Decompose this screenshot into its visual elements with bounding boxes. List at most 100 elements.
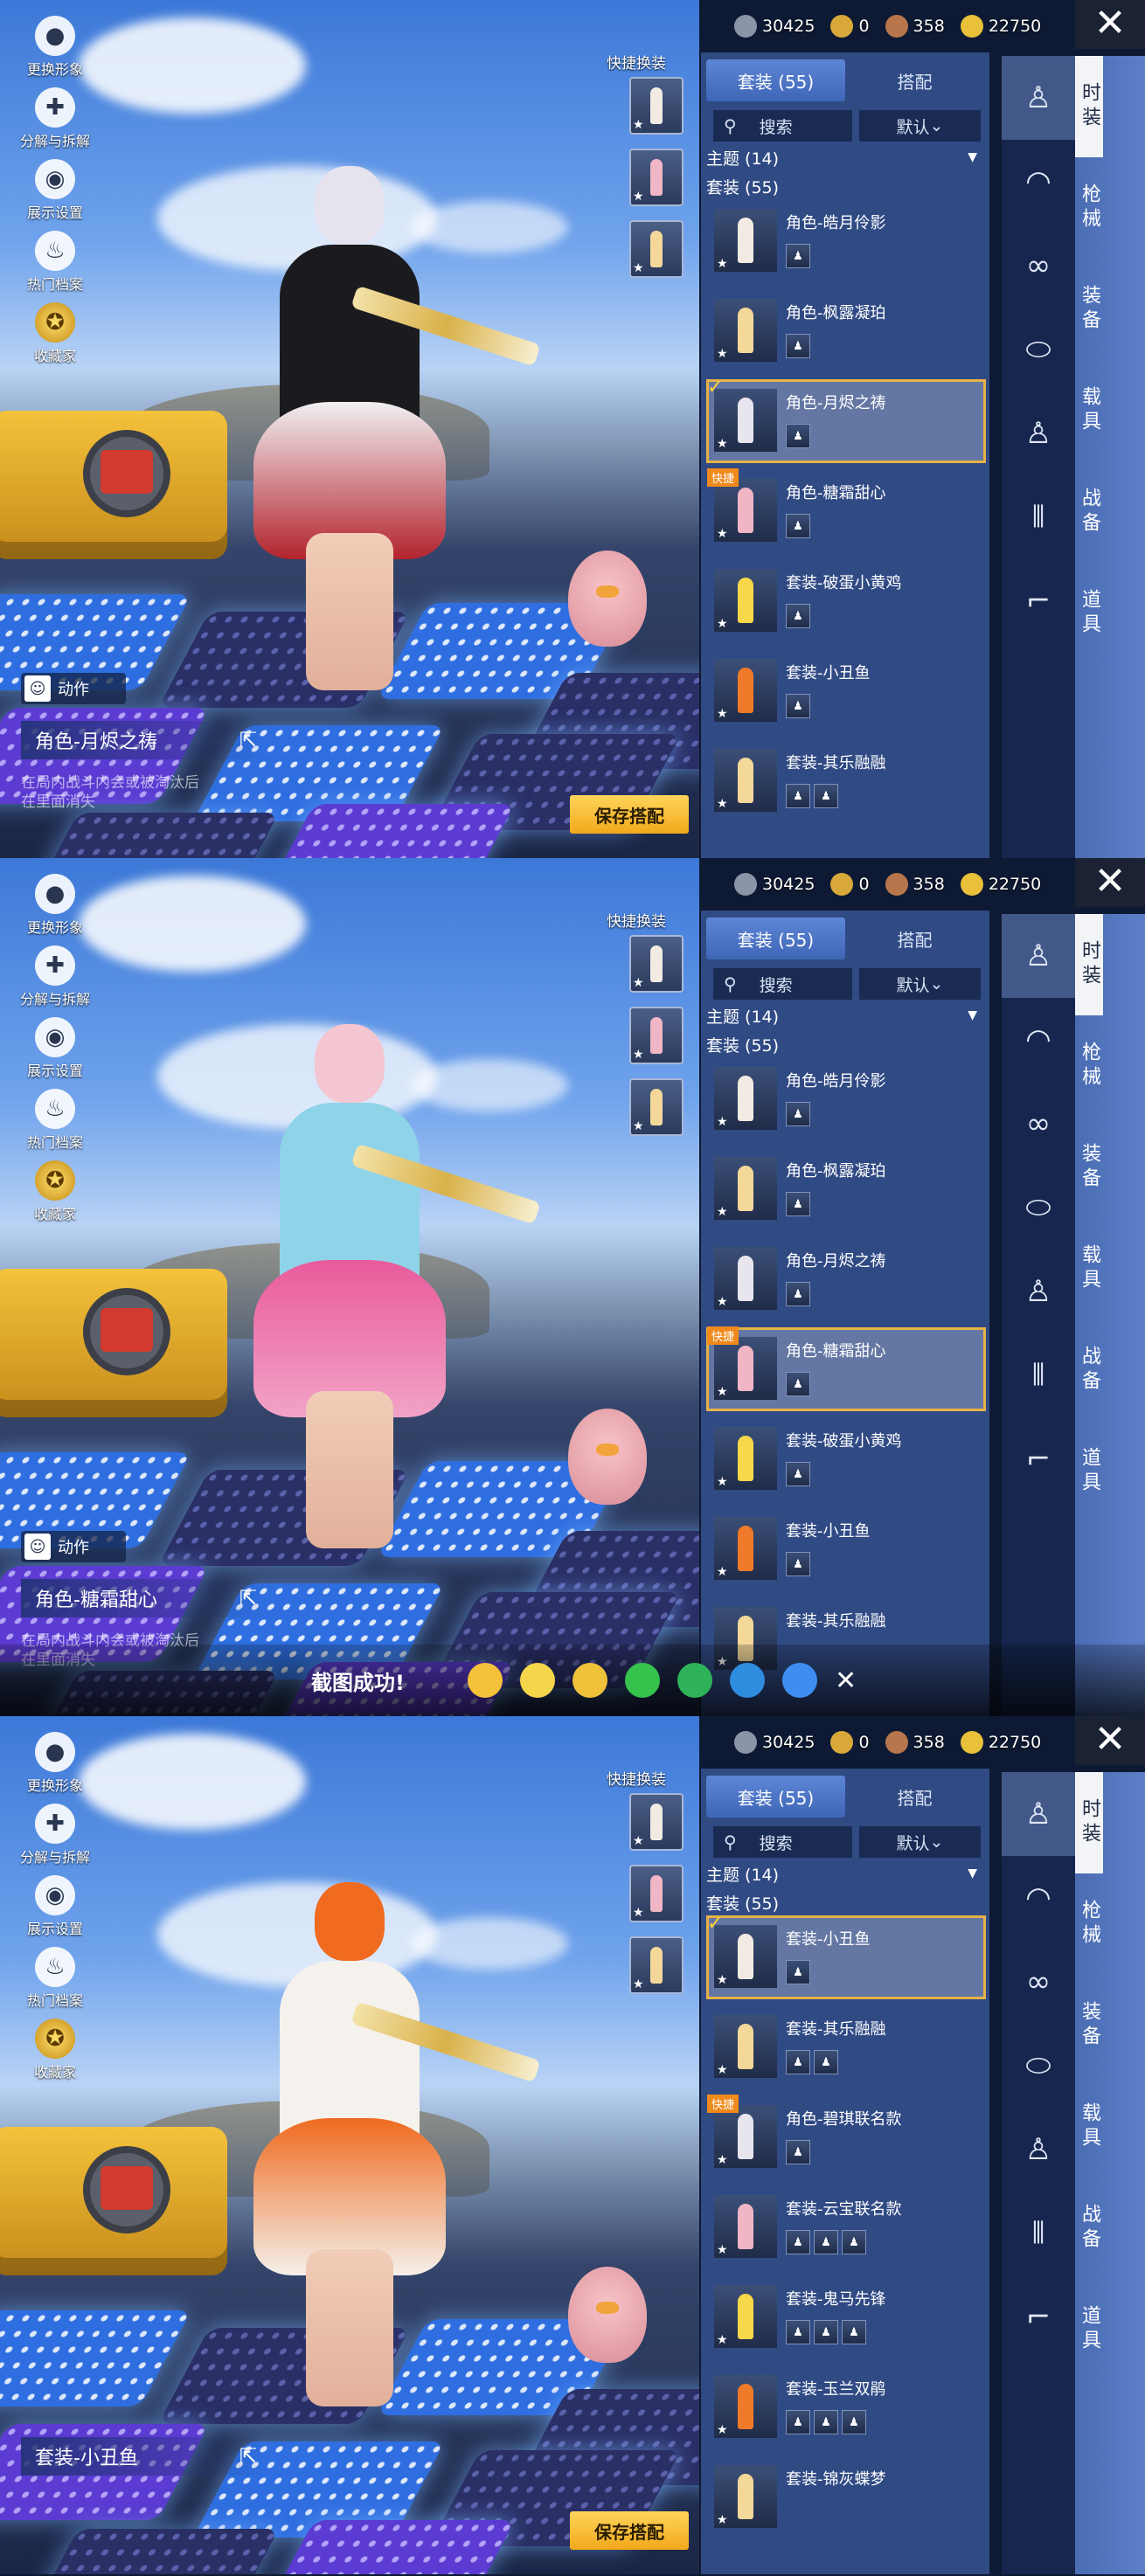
- mask-icon[interactable]: ⬭: [1002, 1166, 1075, 1250]
- outfit-icon[interactable]: ♙: [1002, 914, 1075, 998]
- sort-dropdown[interactable]: 默认 ⌄: [858, 968, 981, 1000]
- wechat-icon[interactable]: [624, 1663, 660, 1698]
- list-item[interactable]: ★ 角色-皓月伶影 ♟: [706, 199, 986, 283]
- share-yellow-icon[interactable]: [572, 1663, 607, 1698]
- quick-swap-slot[interactable]: ★: [629, 1007, 684, 1064]
- category-tab[interactable]: 装备: [1075, 259, 1103, 360]
- shoes-icon[interactable]: ⌐: [1002, 559, 1075, 643]
- tab-suits[interactable]: 套装 (55): [706, 59, 845, 101]
- category-tab[interactable]: 时装: [1075, 56, 1103, 157]
- left-menu-item[interactable]: ◉ 展示设置: [16, 1875, 94, 1938]
- tab-match[interactable]: 搭配: [845, 1776, 984, 1818]
- glasses-icon[interactable]: ∞: [1002, 224, 1075, 308]
- character-model[interactable]: [219, 114, 541, 690]
- cap-icon[interactable]: ◠: [1002, 998, 1075, 1082]
- quick-swap-slot[interactable]: ★: [629, 1865, 684, 1922]
- quick-swap-label[interactable]: 快捷换装: [607, 1767, 666, 1789]
- qq-icon[interactable]: [729, 1663, 765, 1698]
- category-tab[interactable]: 战备: [1075, 2178, 1103, 2279]
- list-item[interactable]: ★ 套装-小丑鱼 ♟: [706, 649, 986, 733]
- group-theme[interactable]: 主题 (14) ▼: [701, 1000, 989, 1031]
- list-item[interactable]: ★ 套装-破蛋小黄鸡 ♟: [706, 559, 986, 643]
- category-tab[interactable]: 装备: [1075, 1117, 1103, 1218]
- search-input[interactable]: ⚲ 搜索: [713, 1826, 852, 1858]
- save-outfit-button[interactable]: 保存搭配: [570, 795, 689, 834]
- pet-companion[interactable]: [568, 1409, 647, 1505]
- sort-dropdown[interactable]: 默认 ⌄: [858, 1826, 981, 1858]
- close-button[interactable]: ✕: [1075, 0, 1145, 49]
- category-tab[interactable]: 枪械: [1075, 1873, 1103, 1975]
- glasses-icon[interactable]: ∞: [1002, 1940, 1075, 2024]
- category-tab[interactable]: 枪械: [1075, 157, 1103, 259]
- category-tab[interactable]: 枪械: [1075, 1015, 1103, 1117]
- left-menu-item[interactable]: ♨ 热门档案: [16, 1947, 94, 2010]
- left-menu-item[interactable]: ✪ 收藏家: [16, 1160, 94, 1223]
- pet-companion[interactable]: [568, 551, 647, 647]
- left-menu-item[interactable]: ● 更换形象: [16, 874, 94, 937]
- left-menu-item[interactable]: ✚ 分解与拆解: [16, 945, 94, 1008]
- left-menu-item[interactable]: ● 更换形象: [16, 1732, 94, 1795]
- character-model[interactable]: [219, 1830, 541, 2406]
- outfit-icon[interactable]: ♙: [1002, 1772, 1075, 1856]
- list-item[interactable]: ★ 套装-玉兰双鹃 ♟ ♟ ♟: [706, 2365, 986, 2449]
- cap-icon[interactable]: ◠: [1002, 140, 1075, 224]
- mask-icon[interactable]: ⬭: [1002, 308, 1075, 391]
- pants-icon[interactable]: ⫴: [1002, 2192, 1075, 2275]
- category-tab[interactable]: 载具: [1075, 1218, 1103, 1319]
- star-share-icon[interactable]: [781, 1663, 817, 1698]
- quick-swap-slot[interactable]: ★: [629, 1793, 684, 1851]
- pants-icon[interactable]: ⫴: [1002, 1333, 1075, 1417]
- category-tab[interactable]: 时装: [1075, 914, 1103, 1015]
- quick-swap-slot[interactable]: ★: [629, 1936, 684, 1994]
- left-menu-item[interactable]: ♨ 热门档案: [16, 231, 94, 294]
- tab-suits[interactable]: 套装 (55): [706, 918, 845, 959]
- cap-icon[interactable]: ◠: [1002, 1856, 1075, 1940]
- group-theme[interactable]: 主题 (14) ▼: [701, 142, 989, 173]
- pants-icon[interactable]: ⫴: [1002, 475, 1075, 559]
- list-item[interactable]: ★ 角色-月烬之祷 ♟: [706, 1237, 986, 1321]
- search-input[interactable]: ⚲ 搜索: [713, 968, 852, 1000]
- quick-swap-slot[interactable]: ★: [629, 220, 684, 278]
- tab-match[interactable]: 搭配: [845, 59, 984, 101]
- category-tab[interactable]: 战备: [1075, 461, 1103, 563]
- list-item[interactable]: ★ 套装-小丑鱼 ♟ ✓: [706, 1913, 986, 1999]
- quick-swap-slot[interactable]: ★: [629, 77, 684, 135]
- share-icon[interactable]: ⇱: [239, 728, 257, 752]
- list-item[interactable]: ★ 角色-糖霜甜心 ♟ 快捷: [706, 1326, 986, 1411]
- left-menu-item[interactable]: ✚ 分解与拆解: [16, 87, 94, 150]
- shoes-icon[interactable]: ⌐: [1002, 1417, 1075, 1501]
- list-item[interactable]: ★ 套装-小丑鱼 ♟: [706, 1507, 986, 1591]
- outfit-icon[interactable]: ♙: [1002, 1250, 1075, 1333]
- group-theme[interactable]: 主题 (14) ▼: [701, 1858, 989, 1889]
- left-menu-item[interactable]: ♨ 热门档案: [16, 1089, 94, 1152]
- left-menu-item[interactable]: ◉ 展示设置: [16, 159, 94, 222]
- mask-icon[interactable]: ⬭: [1002, 2024, 1075, 2108]
- list-item[interactable]: ★ 套装-其乐融融 ♟ ♟: [706, 2005, 986, 2089]
- action-button[interactable]: ☺ 动作: [21, 1531, 126, 1562]
- list-item[interactable]: ★ 套装-鬼马先锋 ♟ ♟ ♟: [706, 2275, 986, 2359]
- quick-swap-slot[interactable]: ★: [629, 1078, 684, 1136]
- close-button[interactable]: ✕: [1075, 858, 1145, 907]
- list-item[interactable]: ★ 套装-云宝联名款 ♟ ♟ ♟: [706, 2185, 986, 2269]
- share-icon[interactable]: ⇱: [239, 1586, 257, 1610]
- tab-suits[interactable]: 套装 (55): [706, 1776, 845, 1818]
- sort-dropdown[interactable]: 默认 ⌄: [858, 110, 981, 142]
- share-app-icon[interactable]: [467, 1663, 503, 1698]
- share-icon[interactable]: ⇱: [239, 2444, 257, 2469]
- shoes-icon[interactable]: ⌐: [1002, 2275, 1075, 2359]
- list-item[interactable]: ★ 套装-锦灰蝶梦: [706, 2455, 986, 2539]
- category-tab[interactable]: 载具: [1075, 360, 1103, 461]
- character-model[interactable]: [219, 972, 541, 1548]
- left-menu-item[interactable]: ● 更换形象: [16, 16, 94, 79]
- category-tab[interactable]: 道具: [1075, 2279, 1103, 2380]
- list-item[interactable]: ★ 套装-破蛋小黄鸡 ♟: [706, 1417, 986, 1501]
- pet-companion[interactable]: [568, 2267, 647, 2363]
- list-item[interactable]: ★ 套装-其乐融融 ♟ ♟: [706, 739, 986, 823]
- left-menu-item[interactable]: ◉ 展示设置: [16, 1017, 94, 1080]
- search-input[interactable]: ⚲ 搜索: [713, 110, 852, 142]
- quick-swap-label[interactable]: 快捷换装: [607, 51, 666, 73]
- close-share-button[interactable]: ✕: [835, 1665, 857, 1696]
- share-game-icon[interactable]: [519, 1663, 555, 1698]
- outfit-icon[interactable]: ♙: [1002, 56, 1075, 140]
- action-button[interactable]: ☺ 动作: [21, 673, 126, 704]
